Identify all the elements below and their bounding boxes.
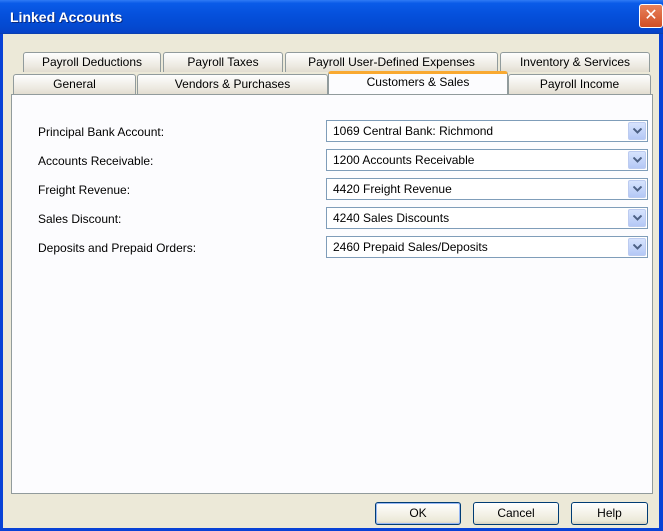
tab-label: Payroll Income	[539, 77, 620, 91]
select-value: 1069 Central Bank: Richmond	[333, 124, 494, 138]
deposits-prepaid-orders-label: Deposits and Prepaid Orders:	[38, 241, 197, 255]
title-bar[interactable]: Linked Accounts ✕	[0, 0, 663, 34]
cancel-button[interactable]: Cancel	[473, 502, 559, 525]
tab-label: Vendors & Purchases	[174, 77, 291, 91]
tab-label: Payroll Taxes	[187, 55, 259, 69]
tab-customers-sales[interactable]: Customers & Sales	[328, 71, 508, 94]
chevron-down-icon[interactable]	[628, 180, 646, 198]
freight-revenue-label: Freight Revenue:	[38, 183, 131, 197]
sales-discount-select[interactable]: 4240 Sales Discounts	[326, 207, 648, 229]
chevron-down-icon[interactable]	[628, 151, 646, 169]
tab-label: Payroll Deductions	[41, 55, 143, 69]
chevron-down-icon[interactable]	[628, 238, 646, 256]
accounts-receivable-label: Accounts Receivable:	[38, 154, 154, 168]
tab-payroll-deductions[interactable]: Payroll Deductions	[23, 52, 161, 72]
select-value: 4240 Sales Discounts	[333, 211, 450, 225]
tab-payroll-user-defined-expenses[interactable]: Payroll User-Defined Expenses	[285, 52, 498, 72]
deposits-prepaid-orders-select[interactable]: 2460 Prepaid Sales/Deposits	[326, 236, 648, 258]
select-value: 2460 Prepaid Sales/Deposits	[333, 240, 488, 254]
tab-label: General	[53, 77, 96, 91]
principal-bank-account-select[interactable]: 1069 Central Bank: Richmond	[326, 120, 648, 142]
tab-label: Customers & Sales	[366, 75, 470, 89]
chevron-down-icon[interactable]	[628, 209, 646, 227]
close-button[interactable]: ✕	[639, 4, 663, 28]
select-value: 1200 Accounts Receivable	[333, 153, 475, 167]
help-button[interactable]: Help	[571, 502, 648, 525]
select-value: 4420 Freight Revenue	[333, 182, 452, 196]
tab-payroll-income[interactable]: Payroll Income	[508, 74, 651, 94]
tab-panel-customers-sales: Principal Bank Account: 1069 Central Ban…	[11, 94, 653, 494]
chevron-down-icon[interactable]	[628, 122, 646, 140]
close-icon: ✕	[644, 7, 658, 24]
sales-discount-label: Sales Discount:	[38, 212, 122, 226]
tab-label: Inventory & Services	[519, 55, 631, 69]
tab-general[interactable]: General	[13, 74, 136, 94]
window-title: Linked Accounts	[10, 9, 123, 25]
accounts-receivable-select[interactable]: 1200 Accounts Receivable	[326, 149, 648, 171]
tab-vendors-purchases[interactable]: Vendors & Purchases	[137, 74, 328, 94]
tab-payroll-taxes[interactable]: Payroll Taxes	[163, 52, 283, 72]
tab-label: Payroll User-Defined Expenses	[308, 55, 475, 69]
freight-revenue-select[interactable]: 4420 Freight Revenue	[326, 178, 648, 200]
dialog-client-area: Payroll Deductions Payroll Taxes Payroll…	[3, 34, 659, 528]
ok-button[interactable]: OK	[375, 502, 461, 525]
principal-bank-account-label: Principal Bank Account:	[38, 125, 165, 139]
tab-inventory-services[interactable]: Inventory & Services	[500, 52, 650, 72]
linked-accounts-window: Linked Accounts ✕ Payroll Deductions Pay…	[0, 0, 663, 531]
